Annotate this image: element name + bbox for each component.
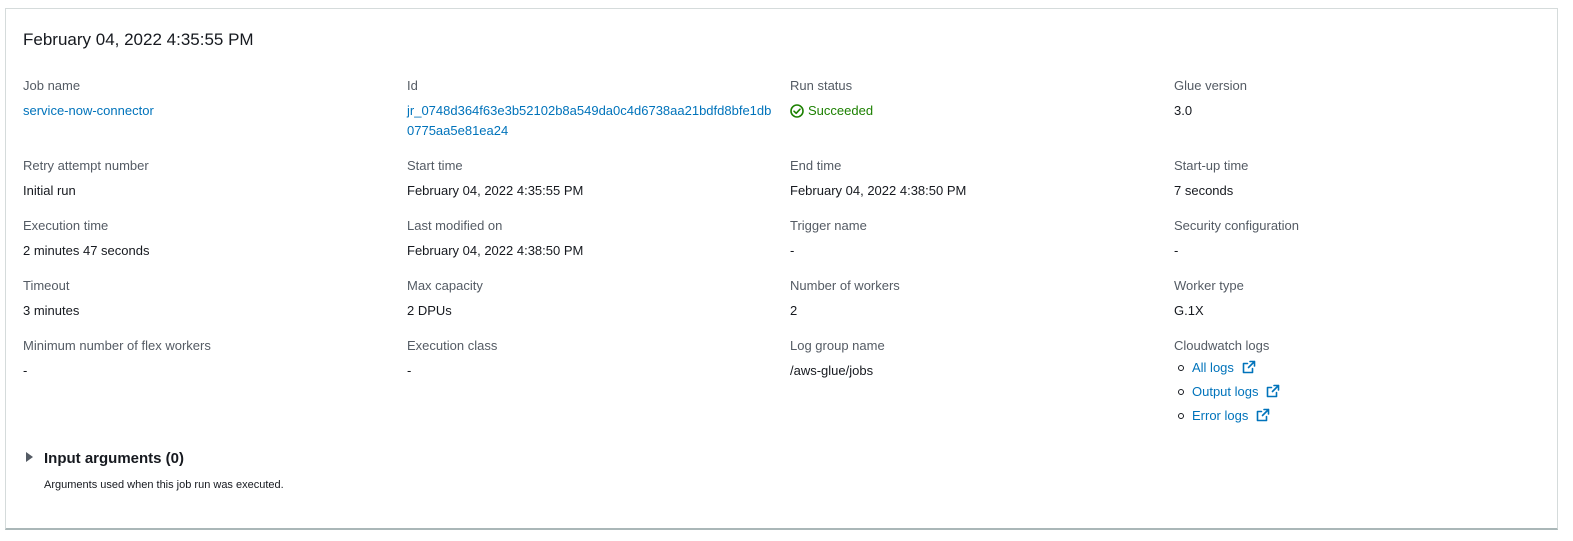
worker-type-value: G.1X xyxy=(1174,303,1204,318)
panel-title: February 04, 2022 4:35:55 PM xyxy=(23,30,254,49)
min-flex-workers-field: Minimum number of flex workers - xyxy=(23,337,393,381)
timeout-field: Timeout 3 minutes xyxy=(23,277,393,321)
min-flex-workers-label: Minimum number of flex workers xyxy=(23,338,211,353)
glue-version-label: Glue version xyxy=(1174,78,1247,93)
details-row: Job name service-now-connector Id jr_074… xyxy=(23,77,1543,157)
execution-time-field: Execution time 2 minutes 47 seconds xyxy=(23,217,393,261)
retry-attempt-field: Retry attempt number Initial run xyxy=(23,157,393,201)
caret-right-icon xyxy=(26,452,33,462)
last-modified-value: February 04, 2022 4:38:50 PM xyxy=(407,243,584,258)
job-name-label: Job name xyxy=(23,78,81,93)
end-time-field: End time February 04, 2022 4:38:50 PM xyxy=(790,157,1160,201)
last-modified-label: Last modified on xyxy=(407,218,503,233)
worker-type-label: Worker type xyxy=(1174,278,1244,293)
trigger-name-label: Trigger name xyxy=(790,218,867,233)
execution-class-label: Execution class xyxy=(407,338,498,353)
id-field: Id jr_0748d364f63e3b52102b8a549da0c4d673… xyxy=(407,77,777,141)
start-time-label: Start time xyxy=(407,158,463,173)
trigger-name-field: Trigger name - xyxy=(790,217,1160,261)
all-logs-link[interactable]: All logs xyxy=(1192,360,1256,375)
startup-time-label: Start-up time xyxy=(1174,158,1249,173)
input-arguments-description: Arguments used when this job run was exe… xyxy=(44,479,284,491)
input-arguments-expander: Input arguments (0) Arguments used when … xyxy=(26,449,284,492)
details-row: Timeout 3 minutes Max capacity 2 DPUs Nu… xyxy=(23,277,1543,337)
glue-version-field: Glue version 3.0 xyxy=(1174,77,1544,121)
execution-class-value: - xyxy=(407,363,412,378)
log-group-field: Log group name /aws-glue/jobs xyxy=(790,337,1160,381)
start-time-value: February 04, 2022 4:35:55 PM xyxy=(407,183,584,198)
status-badge: Succeeded xyxy=(790,101,873,121)
error-logs-link[interactable]: Error logs xyxy=(1192,408,1270,423)
output-logs-link[interactable]: Output logs xyxy=(1192,384,1280,399)
start-time-field: Start time February 04, 2022 4:35:55 PM xyxy=(407,157,777,201)
security-config-value: - xyxy=(1174,243,1179,258)
execution-time-label: Execution time xyxy=(23,218,109,233)
timeout-value: 3 minutes xyxy=(23,303,80,318)
external-link-icon xyxy=(1266,382,1280,406)
startup-time-value: 7 seconds xyxy=(1174,183,1234,198)
retry-attempt-label: Retry attempt number xyxy=(23,158,149,173)
min-flex-workers-value: - xyxy=(23,363,28,378)
retry-attempt-value: Initial run xyxy=(23,183,76,198)
cloudwatch-logs-label: Cloudwatch logs xyxy=(1174,338,1270,353)
id-label: Id xyxy=(407,78,418,93)
log-group-label: Log group name xyxy=(790,338,885,353)
error-logs-label: Error logs xyxy=(1192,408,1249,423)
job-run-details-panel: February 04, 2022 4:35:55 PM Job name se… xyxy=(5,8,1558,530)
list-item: Error logs xyxy=(1174,404,1544,428)
last-modified-field: Last modified on February 04, 2022 4:38:… xyxy=(407,217,777,261)
cloudwatch-logs-field: Cloudwatch logs All logs Output logs Err… xyxy=(1174,337,1544,428)
output-logs-label: Output logs xyxy=(1192,384,1259,399)
list-item: All logs xyxy=(1174,356,1544,380)
max-capacity-value: 2 DPUs xyxy=(407,303,452,318)
job-name-field: Job name service-now-connector xyxy=(23,77,393,121)
end-time-value: February 04, 2022 4:38:50 PM xyxy=(790,183,967,198)
num-workers-field: Number of workers 2 xyxy=(790,277,1160,321)
details-row: Execution time 2 minutes 47 seconds Last… xyxy=(23,217,1543,277)
external-link-icon xyxy=(1242,358,1256,382)
run-id-link[interactable]: jr_0748d364f63e3b52102b8a549da0c4d6738aa… xyxy=(407,103,771,138)
details-row: Retry attempt number Initial run Start t… xyxy=(23,157,1543,217)
check-circle-icon xyxy=(790,104,804,118)
status-text: Succeeded xyxy=(808,103,874,118)
timeout-label: Timeout xyxy=(23,278,70,293)
execution-time-value: 2 minutes 47 seconds xyxy=(23,243,150,258)
trigger-name-value: - xyxy=(790,243,795,258)
security-config-label: Security configuration xyxy=(1174,218,1300,233)
all-logs-label: All logs xyxy=(1192,360,1234,375)
job-name-link[interactable]: service-now-connector xyxy=(23,103,154,118)
input-arguments-toggle[interactable]: Input arguments (0) xyxy=(26,449,284,469)
external-link-icon xyxy=(1256,406,1270,430)
startup-time-field: Start-up time 7 seconds xyxy=(1174,157,1544,201)
max-capacity-label: Max capacity xyxy=(407,278,483,293)
list-item: Output logs xyxy=(1174,380,1544,404)
max-capacity-field: Max capacity 2 DPUs xyxy=(407,277,777,321)
input-arguments-title: Input arguments (0) xyxy=(44,450,185,467)
end-time-label: End time xyxy=(790,158,842,173)
run-status-label: Run status xyxy=(790,78,853,93)
num-workers-value: 2 xyxy=(790,303,798,318)
security-config-field: Security configuration - xyxy=(1174,217,1544,261)
worker-type-field: Worker type G.1X xyxy=(1174,277,1544,321)
run-status-field: Run status Succeeded xyxy=(790,77,1160,124)
details-row: Minimum number of flex workers - Executi… xyxy=(23,337,1543,437)
log-group-value: /aws-glue/jobs xyxy=(790,363,874,378)
execution-class-field: Execution class - xyxy=(407,337,777,381)
cloudwatch-logs-list: All logs Output logs Error logs xyxy=(1174,356,1544,428)
glue-version-value: 3.0 xyxy=(1174,103,1193,118)
details-grid: Job name service-now-connector Id jr_074… xyxy=(23,77,1543,437)
num-workers-label: Number of workers xyxy=(790,278,900,293)
